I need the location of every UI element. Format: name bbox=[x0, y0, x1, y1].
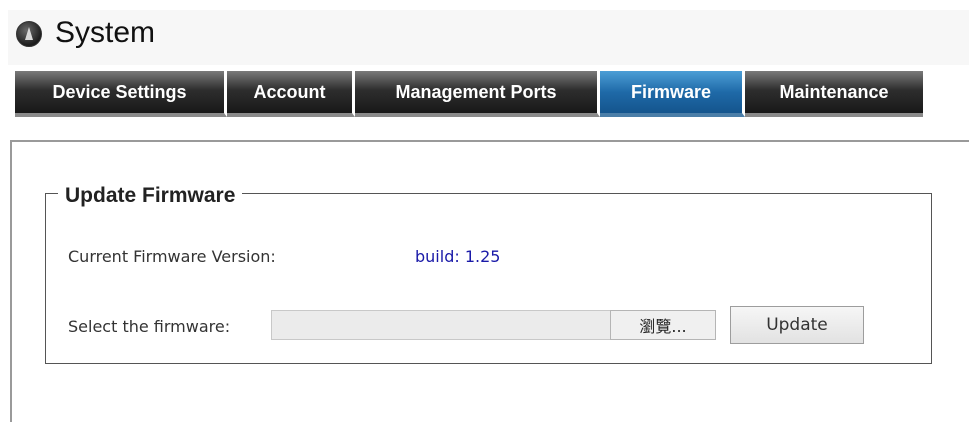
select-firmware-label: Select the firmware: bbox=[68, 317, 231, 336]
main-nav-tabs: Device Settings Account Management Ports… bbox=[15, 71, 923, 117]
tab-device-settings[interactable]: Device Settings bbox=[15, 71, 227, 117]
tab-management-ports[interactable]: Management Ports bbox=[355, 71, 600, 117]
current-version-value: build: 1.25 bbox=[415, 247, 501, 266]
update-button[interactable]: Update bbox=[730, 306, 864, 344]
tab-firmware[interactable]: Firmware bbox=[600, 71, 745, 117]
firmware-file-input[interactable] bbox=[271, 310, 611, 340]
tab-account[interactable]: Account bbox=[227, 71, 355, 117]
system-logo-icon bbox=[16, 21, 42, 47]
page-title: System bbox=[55, 16, 156, 49]
section-title: Update Firmware bbox=[58, 183, 243, 209]
tab-maintenance[interactable]: Maintenance bbox=[745, 71, 923, 117]
current-version-label: Current Firmware Version: bbox=[68, 247, 276, 266]
browse-button[interactable]: 瀏覽... bbox=[610, 310, 716, 340]
